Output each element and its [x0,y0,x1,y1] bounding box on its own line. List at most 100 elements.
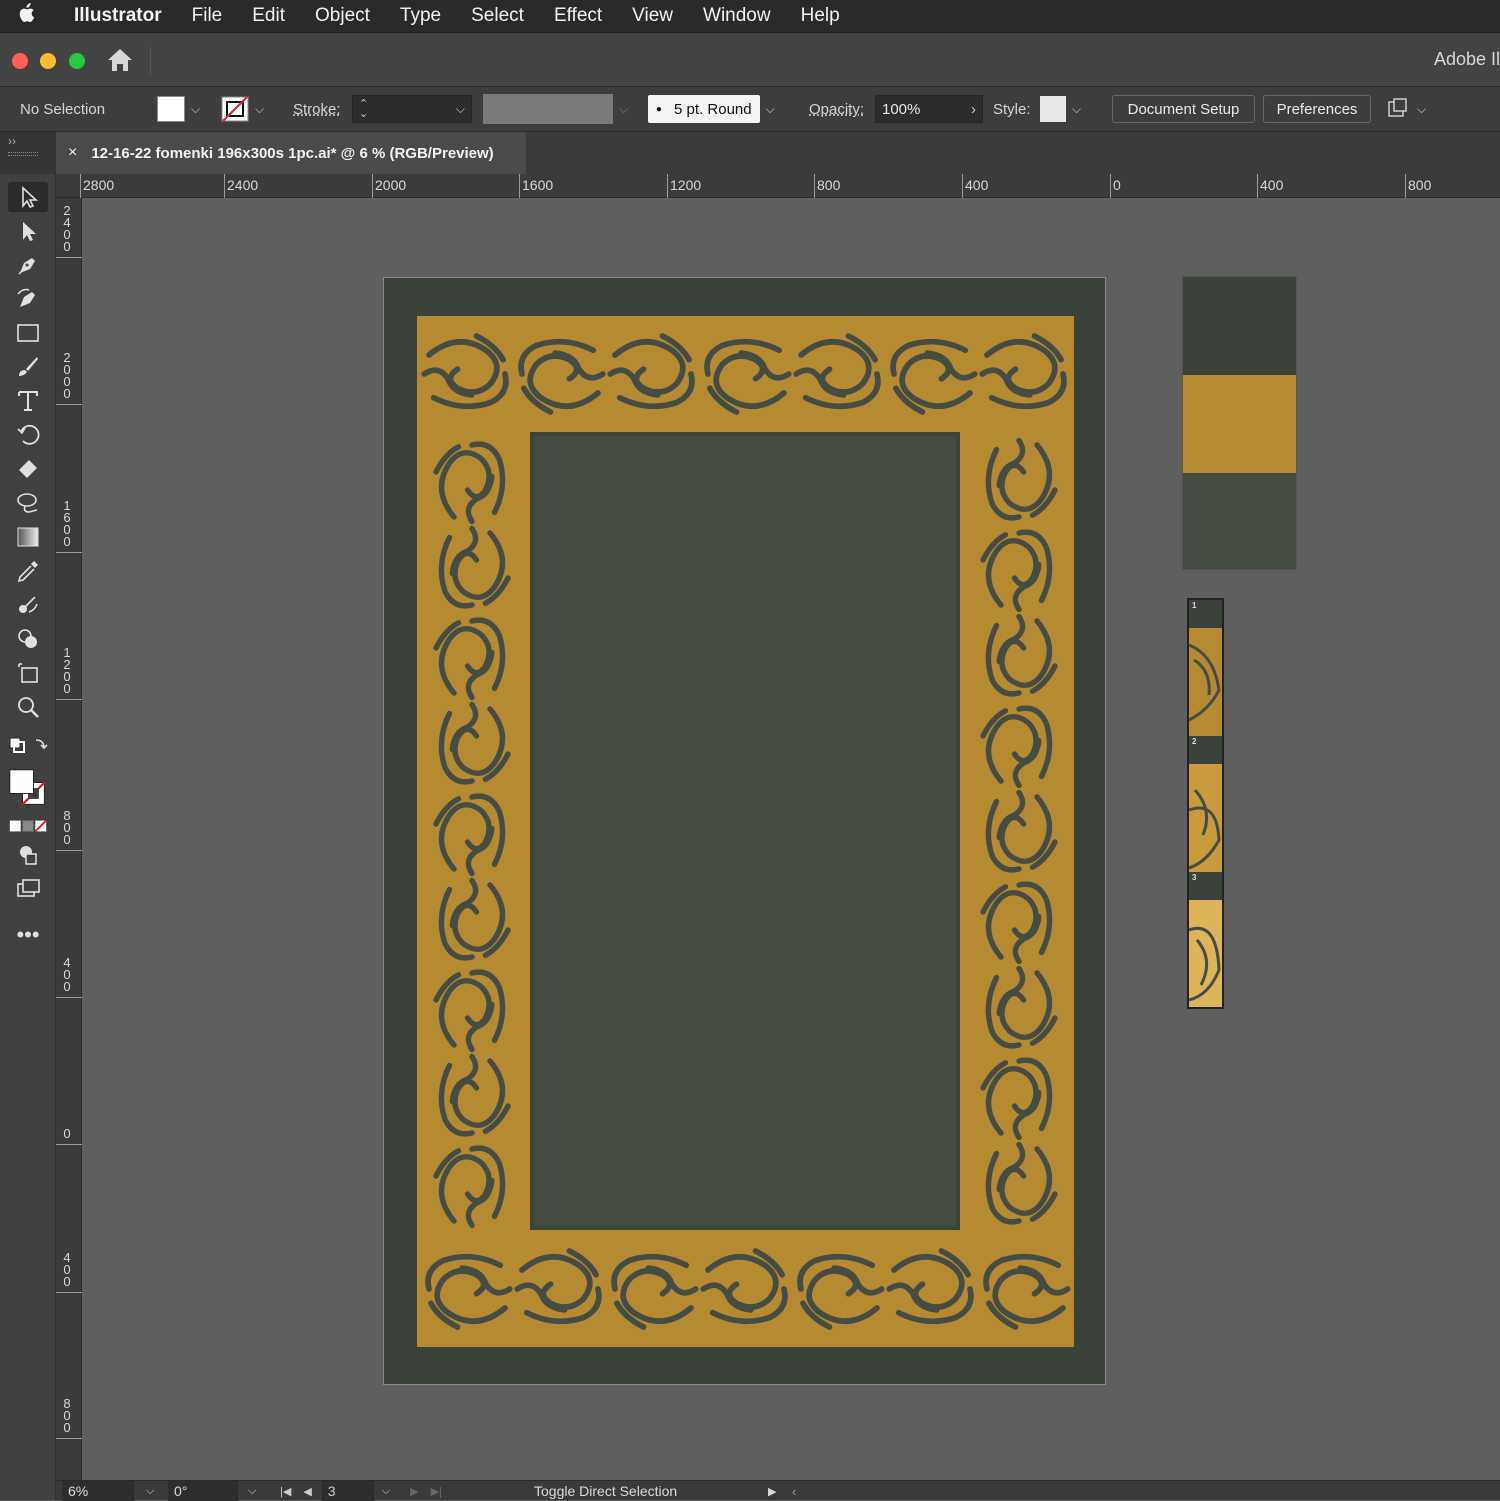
opacity-field[interactable]: 100% › [875,87,983,131]
zoom-tool[interactable] [8,692,48,722]
blend-tool[interactable] [8,590,48,620]
chevron-down-icon[interactable]: ⌵ [382,1485,390,1498]
chevron-down-icon[interactable]: ⌵ [456,102,465,117]
first-artboard-icon[interactable]: |◀ [280,1485,291,1498]
apple-icon[interactable] [0,3,52,29]
type-tool[interactable] [8,386,48,416]
style-swatch[interactable] [1040,96,1066,122]
swatch-dark-green-top[interactable] [1183,277,1296,375]
last-artboard-icon[interactable]: ▶| [431,1485,442,1498]
artboard-thumbnail-strip[interactable]: 1 2 3 [1187,598,1224,1009]
zoom-window-button[interactable] [69,53,85,69]
stroke-color-control[interactable]: ⌵ [221,87,264,131]
app-menu[interactable]: Illustrator [74,5,162,27]
menu-select[interactable]: Select [471,5,524,27]
default-fill-stroke-icon [9,737,48,753]
paintbrush-tool[interactable] [8,352,48,382]
arrange-documents-control[interactable]: ⌵ [1385,87,1426,131]
document-setup-button[interactable]: Document Setup [1112,95,1255,123]
double-chevron-icon[interactable]: ›› [8,134,56,148]
ornament-swirl [607,333,695,410]
artboard-tool-icon [18,663,38,683]
zoom-value[interactable]: 6% [62,1481,134,1501]
rotation-control[interactable]: 0° ⌵ [168,1481,256,1501]
close-window-button[interactable] [12,53,28,69]
gradient-tool[interactable] [8,522,48,552]
ruler-tick [56,404,82,405]
fill-swatch[interactable] [157,96,185,122]
menu-window[interactable]: Window [703,5,771,27]
more-tools-icon[interactable]: ••• [8,920,48,950]
chevron-down-icon[interactable]: ⌵ [146,1485,154,1498]
swatch-dark-green-bottom[interactable] [1183,473,1296,569]
scroll-left-icon[interactable]: ‹ [792,1481,796,1501]
menu-help[interactable]: Help [801,5,840,27]
graphic-style-control[interactable]: ⌵ [1040,87,1081,131]
artboard-navigation[interactable]: |◀ ◀ 3 ⌵ ▶ ▶| [280,1481,442,1501]
color-mode-icon [9,819,47,833]
stepper-arrows-icon[interactable]: ⌃ ⌄ [359,99,368,120]
rotate-tool[interactable] [8,420,48,450]
minimize-window-button[interactable] [40,53,56,69]
frame-inner-panel[interactable] [530,432,960,1230]
chevron-down-icon[interactable]: ⌵ [191,102,200,117]
fill-stroke-swap-controls[interactable] [8,734,48,760]
brush-value: 5 pt. Round [674,100,752,118]
menu-object[interactable]: Object [315,5,370,27]
rotation-value[interactable]: 0° [168,1481,238,1501]
chevron-down-icon[interactable]: ⌵ [766,102,775,117]
menu-type[interactable]: Type [400,5,441,27]
color-mode-buttons[interactable] [8,816,48,836]
artboard[interactable] [383,277,1106,1385]
document-tab[interactable]: × 12-16-22 fomenki 196x300s 1pc.ai* @ 6 … [56,132,526,174]
eyedropper-tool[interactable] [8,556,48,586]
status-menu-arrow-icon[interactable]: ▶ [768,1481,776,1501]
fill-stroke-indicator[interactable] [8,766,48,810]
draw-mode-button[interactable] [8,840,48,870]
selection-tool[interactable] [8,182,48,212]
menu-effect[interactable]: Effect [554,5,602,27]
previous-artboard-icon[interactable]: ◀ [303,1485,311,1498]
ruler-tick [56,257,82,258]
eraser-tool[interactable] [8,454,48,484]
menu-file[interactable]: File [192,5,223,27]
ornament-swirl [985,965,1058,1049]
brush-definition[interactable]: ● 5 pt. Round ⌵ [648,87,775,131]
screen-mode-button[interactable] [8,874,48,904]
zoom-control[interactable]: 6% ⌵ [62,1481,154,1501]
grip-icon[interactable] [8,152,38,156]
fill-control[interactable]: ⌵ [157,87,200,131]
shape-builder-tool[interactable] [8,624,48,654]
menu-edit[interactable]: Edit [252,5,285,27]
next-artboard-icon[interactable]: ▶ [410,1485,418,1498]
chevron-down-icon[interactable]: ⌵ [255,102,264,117]
variable-width-profile[interactable]: ⌵ [483,87,628,131]
status-text[interactable]: Toggle Direct Selection [534,1481,677,1501]
chevron-down-icon[interactable]: ⌵ [248,1485,256,1498]
ornamental-frame[interactable] [417,316,1074,1347]
artboard-tool[interactable] [8,658,48,688]
ornament-swirl [985,437,1058,521]
horizontal-ruler[interactable]: 2800 2400 2000 1600 1200 800 400 0 400 800 [56,174,1500,198]
swatch-gold[interactable] [1183,375,1296,473]
blend-tool-icon [19,596,38,613]
pen-tool[interactable] [8,250,48,280]
chevron-right-icon[interactable]: › [971,101,976,118]
artboard-number[interactable]: 3 [321,1481,374,1501]
curvature-tool[interactable] [8,284,48,314]
lasso-tool[interactable] [8,488,48,518]
preferences-button[interactable]: Preferences [1263,95,1371,123]
direct-selection-tool[interactable] [8,216,48,246]
stroke-weight-stepper[interactable]: ⌃ ⌄ ⌵ [352,87,472,131]
menu-view[interactable]: View [632,5,673,27]
close-tab-icon[interactable]: × [68,144,77,162]
chevron-down-icon[interactable]: ⌵ [619,102,628,117]
chevron-down-icon[interactable]: ⌵ [1417,102,1426,117]
vertical-ruler[interactable]: 2400 2000 1600 1200 800 400 0 400 800 [56,198,82,1480]
home-icon[interactable] [106,47,134,73]
color-swatch-column[interactable] [1182,276,1297,570]
toolbar-collapse[interactable]: ›› [0,132,56,174]
control-bar: No Selection ⌵ ⌵ Stroke: ⌃ ⌄ ⌵ ⌵ ● 5 pt. … [0,86,1500,132]
rectangle-tool[interactable] [8,318,48,348]
chevron-down-icon[interactable]: ⌵ [1072,102,1081,117]
